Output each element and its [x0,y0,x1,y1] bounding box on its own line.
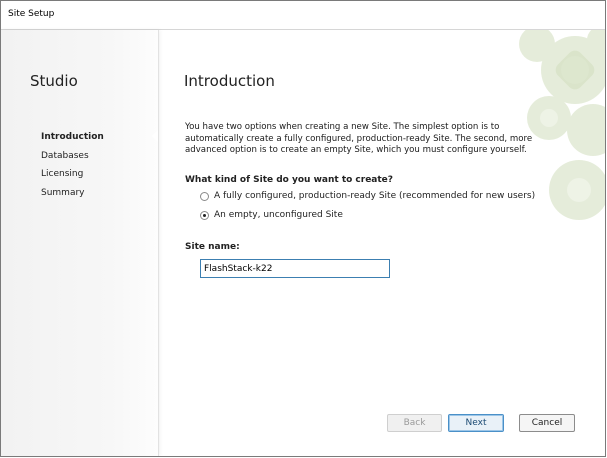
site-setup-window: Site Setup Studio Introduction Databases… [0,0,606,457]
window-title: Site Setup [8,9,55,19]
step-introduction[interactable]: Introduction [41,128,151,147]
wizard-content: Introduction You have two options when c… [159,30,605,456]
site-type-question: What kind of Site do you want to create? [185,175,394,185]
site-name-input[interactable] [200,259,390,278]
step-licensing[interactable]: Licensing [41,165,151,184]
radio-button-checked-icon[interactable] [200,210,209,220]
radio-button-unchecked-icon[interactable] [200,191,209,201]
intro-description: You have two options when creating a new… [185,122,533,155]
sidebar-title: Studio [30,72,78,90]
site-name-label: Site name: [185,242,240,252]
next-button[interactable]: Next [448,414,504,432]
step-summary[interactable]: Summary [41,184,151,203]
title-bar: Site Setup [1,1,605,30]
radio-fully-configured-label: A fully configured, production-ready Sit… [214,191,536,201]
active-step-pointer-icon [152,130,158,142]
radio-empty-site-label: An empty, unconfigured Site [214,210,343,220]
radio-fully-configured[interactable]: A fully configured, production-ready Sit… [200,191,535,201]
radio-empty-site[interactable]: An empty, unconfigured Site [200,210,343,220]
back-button[interactable]: Back [387,414,442,432]
step-databases[interactable]: Databases [41,147,151,166]
wizard-sidebar: Studio Introduction Databases Licensing … [1,30,159,456]
wizard-steps: Introduction Databases Licensing Summary [41,128,151,202]
cancel-button[interactable]: Cancel [519,414,575,432]
page-title: Introduction [184,72,275,90]
